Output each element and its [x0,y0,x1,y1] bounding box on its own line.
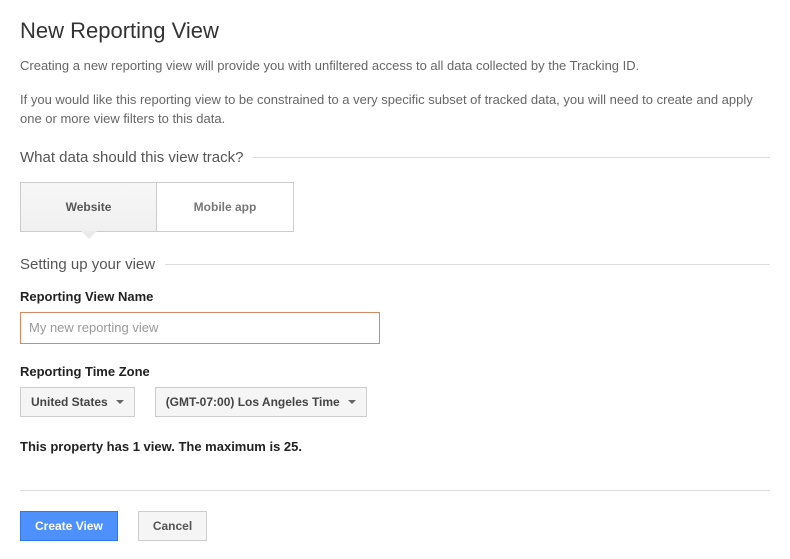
country-dropdown-value: United States [31,395,108,409]
create-view-button[interactable]: Create View [20,511,118,541]
section-track-header: What data should this view track? [20,149,770,166]
country-dropdown[interactable]: United States [20,387,135,417]
tab-row: Website Mobile app [20,182,770,232]
tab-mobile-app[interactable]: Mobile app [157,182,294,232]
intro-paragraph-2: If you would like this reporting view to… [20,90,770,129]
timezone-label: Reporting Time Zone [20,364,770,379]
timezone-dropdown-value: (GMT-07:00) Los Angeles Time [166,395,340,409]
section-track-label: What data should this view track? [20,149,253,166]
tab-website[interactable]: Website [20,182,157,232]
divider-line [165,264,770,265]
view-name-label: Reporting View Name [20,289,770,304]
button-row: Create View Cancel [20,511,770,541]
tab-mobile-app-label: Mobile app [194,200,257,214]
bottom-divider [20,490,770,491]
chevron-down-icon [116,400,124,404]
page-title: New Reporting View [20,18,770,44]
section-setup-header: Setting up your view [20,256,770,273]
property-view-count: This property has 1 view. The maximum is… [20,439,770,454]
timezone-dropdown[interactable]: (GMT-07:00) Los Angeles Time [155,387,367,417]
section-setup-label: Setting up your view [20,256,165,273]
timezone-row: United States (GMT-07:00) Los Angeles Ti… [20,387,770,417]
intro-paragraph-1: Creating a new reporting view will provi… [20,56,770,76]
tab-website-label: Website [66,200,112,214]
chevron-down-icon [348,400,356,404]
view-name-input[interactable] [20,312,380,344]
cancel-button[interactable]: Cancel [138,511,207,541]
divider-line [253,157,770,158]
